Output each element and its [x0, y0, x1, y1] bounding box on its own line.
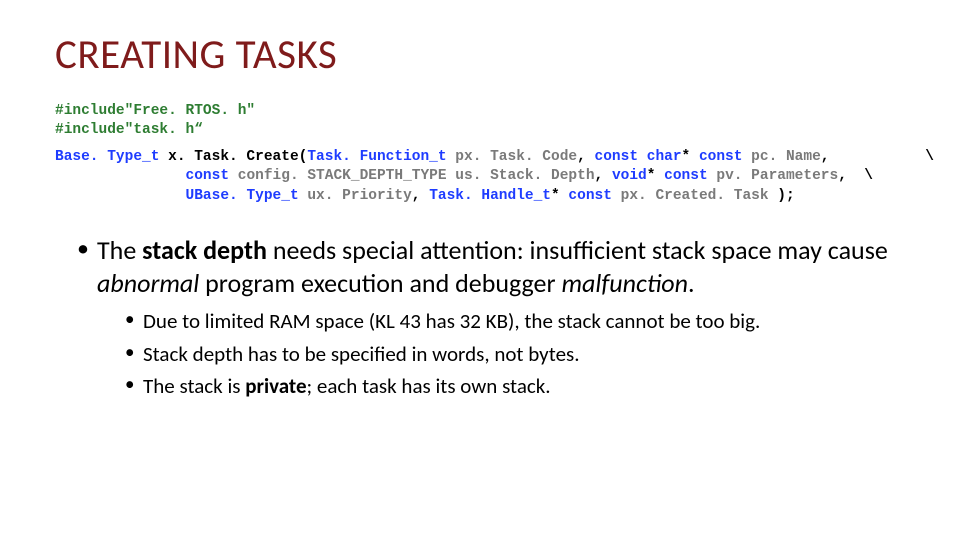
include-block: #include"Free. RTOS. h" #include"task. h… — [55, 102, 905, 140]
code-include-1: #include"Free. RTOS. h" — [55, 103, 255, 119]
sub-bullet-1: Due to limited RAM space (KL 43 has 32 K… — [125, 307, 905, 335]
function-signature: Base. Type_t x. Task. Create(Task. Funct… — [55, 148, 905, 207]
slide: CREATING TASKS #include"Free. RTOS. h" #… — [0, 0, 960, 540]
main-bullet-list: The stack depth needs special attention:… — [77, 234, 905, 400]
main-bullet-1: The stack depth needs special attention:… — [77, 234, 905, 400]
sub-bullet-3: The stack is private; each task has its … — [125, 372, 905, 400]
slide-title: CREATING TASKS — [55, 30, 905, 80]
sub-bullet-2: Stack depth has to be specified in words… — [125, 340, 905, 368]
code-include-2: #include"task. h“ — [55, 122, 203, 138]
sub-bullet-list: Due to limited RAM space (KL 43 has 32 K… — [125, 307, 905, 400]
